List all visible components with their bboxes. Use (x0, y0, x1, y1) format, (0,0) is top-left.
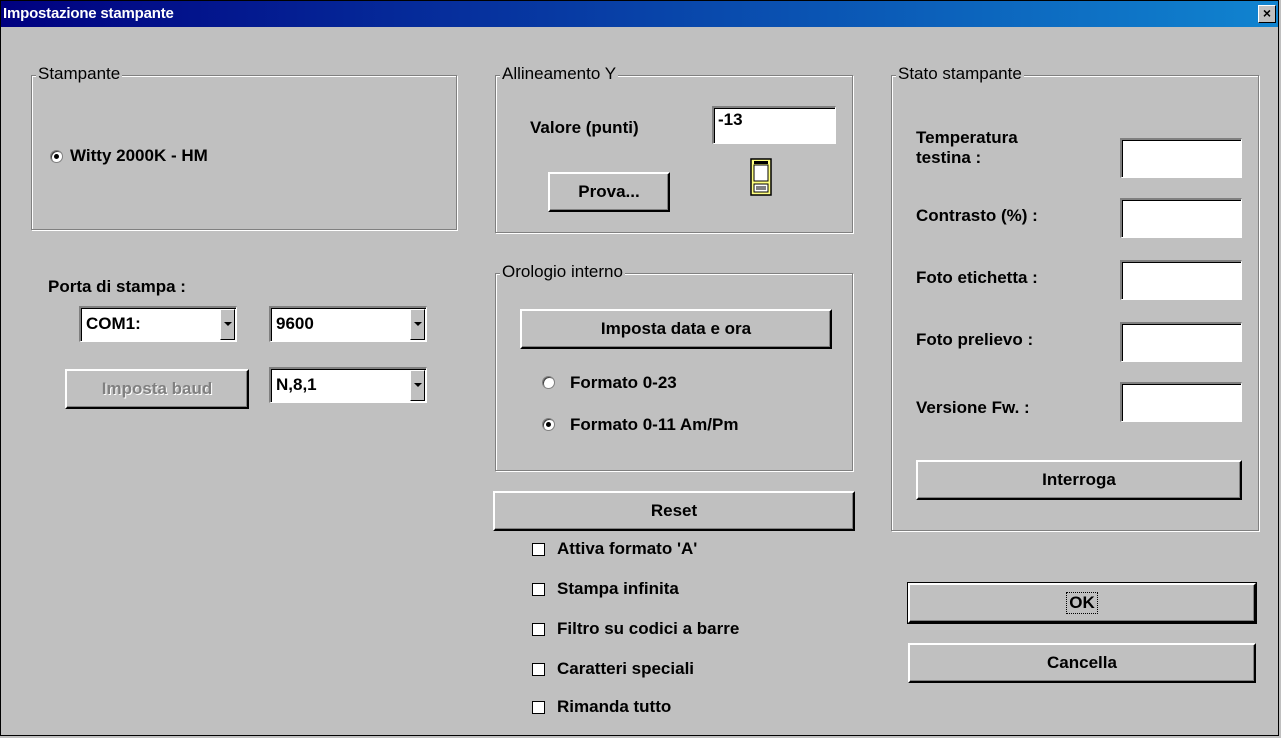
temperatura-field (1120, 138, 1242, 178)
window-title: Impostazione stampante (3, 5, 174, 22)
port-dropdown-arrow-icon[interactable] (220, 309, 235, 340)
interroga-button[interactable]: Interroga (916, 460, 1242, 500)
foto-prelievo-field (1120, 322, 1242, 362)
stato-group: Stato stampante Temperatura testina : Co… (891, 64, 1259, 531)
printer-option-label[interactable]: Witty 2000K - HM (70, 146, 208, 166)
foto-etichetta-label: Foto etichetta : (916, 268, 1038, 287)
valore-input[interactable]: -13 (712, 106, 836, 144)
params-dropdown-arrow-icon[interactable] (410, 370, 425, 401)
format-24-label[interactable]: Formato 0-23 (570, 373, 677, 393)
temperatura-label-line2: testina : (916, 148, 982, 167)
cancella-button[interactable]: Cancella (908, 643, 1256, 683)
printer-setup-dialog: Impostazione stampante × Stampante Witty… (0, 0, 1279, 736)
option-checkbox[interactable] (532, 543, 545, 556)
contrasto-label: Contrasto (%) : (916, 206, 1038, 225)
orologio-group: Orologio interno Imposta data e ora Form… (495, 262, 853, 471)
close-button[interactable]: × (1258, 5, 1276, 23)
params-select[interactable]: N,8,1 (269, 367, 427, 403)
ok-button-label: OK (1066, 592, 1098, 614)
option-label[interactable]: Rimanda tutto (557, 697, 671, 717)
baud-select-value: 9600 (276, 314, 314, 333)
porta-label: Porta di stampa : (48, 277, 186, 296)
stampante-group-label: Stampante (36, 64, 123, 84)
option-label[interactable]: Stampa infinita (557, 579, 679, 599)
option-checkbox[interactable] (532, 701, 545, 714)
orologio-group-label: Orologio interno (500, 262, 625, 282)
prova-button[interactable]: Prova... (548, 172, 670, 212)
valore-label: Valore (punti) (530, 118, 639, 137)
stampante-group: Stampante Witty 2000K - HM (31, 64, 457, 230)
stato-group-label: Stato stampante (896, 64, 1024, 84)
format-24-radio[interactable] (542, 376, 555, 389)
printer-radio[interactable] (50, 150, 63, 163)
baud-select[interactable]: 9600 (269, 306, 427, 342)
title-bar: Impostazione stampante × (1, 1, 1278, 27)
params-select-value: N,8,1 (276, 375, 317, 394)
printer-label-icon (750, 158, 772, 196)
allineamento-group: Allineamento Y Valore (punti) -13 Prova.… (495, 64, 853, 233)
format-12-radio[interactable] (542, 418, 555, 431)
imposta-data-ora-button[interactable]: Imposta data e ora (520, 309, 832, 349)
port-select[interactable]: COM1: (79, 306, 237, 342)
option-checkbox[interactable] (532, 623, 545, 636)
format-12-label[interactable]: Formato 0-11 Am/Pm (570, 415, 738, 435)
option-checkbox[interactable] (532, 583, 545, 596)
option-label[interactable]: Attiva formato 'A' (557, 539, 697, 559)
foto-etichetta-field (1120, 260, 1242, 300)
temperatura-label-line1: Temperatura (916, 128, 1018, 147)
option-label[interactable]: Filtro su codici a barre (557, 619, 739, 639)
foto-prelievo-label: Foto prelievo : (916, 330, 1034, 349)
option-label[interactable]: Caratteri speciali (557, 659, 694, 679)
versione-label: Versione Fw. : (916, 398, 1030, 417)
baud-dropdown-arrow-icon[interactable] (410, 309, 425, 340)
versione-field (1120, 382, 1242, 422)
imposta-baud-button[interactable]: Imposta baud (65, 369, 249, 409)
contrasto-field (1120, 198, 1242, 238)
allineamento-group-label: Allineamento Y (500, 64, 619, 84)
reset-button[interactable]: Reset (493, 491, 855, 531)
temperatura-label: Temperatura testina : (916, 128, 1018, 168)
ok-button[interactable]: OK (907, 582, 1257, 624)
option-checkbox[interactable] (532, 663, 545, 676)
port-select-value: COM1: (86, 314, 141, 333)
